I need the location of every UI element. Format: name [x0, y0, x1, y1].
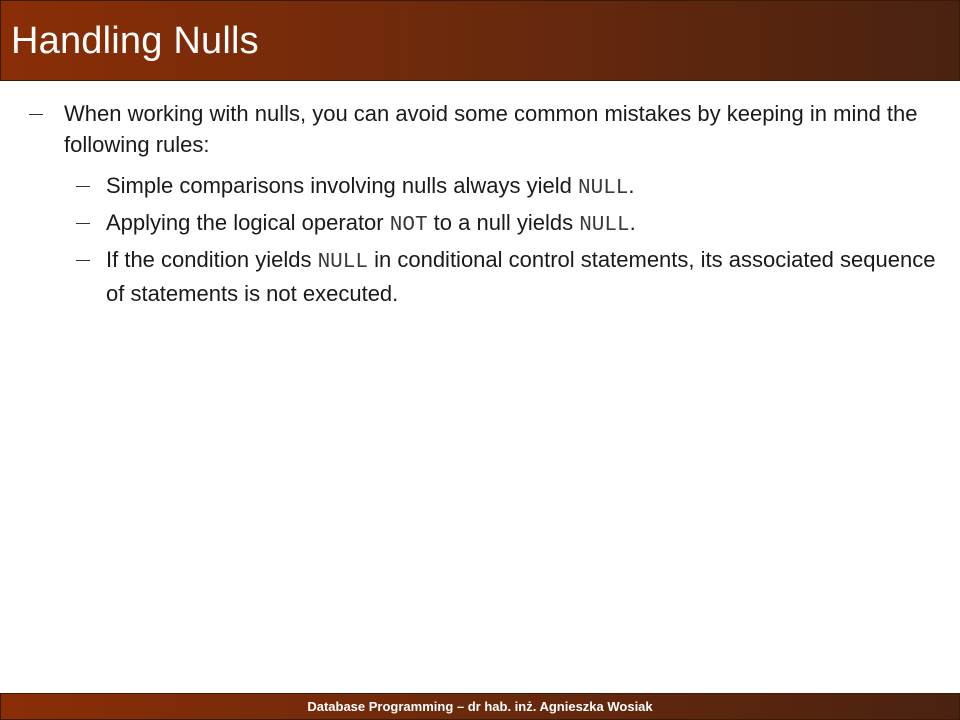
bullet-dash-icon	[29, 114, 43, 115]
rule-item-1: Simple comparisons involving nulls alway…	[106, 170, 946, 204]
rule-text: to a null yields	[427, 210, 580, 235]
bullet-dash-icon	[76, 223, 90, 224]
slide-title: Handling Nulls	[11, 20, 259, 62]
bullet-dash-icon	[76, 186, 90, 187]
rule-text: .	[628, 173, 635, 198]
rule-text: .	[629, 210, 636, 235]
rule-text: Applying the logical operator	[106, 210, 390, 235]
rule-item-3: If the condition yields NULL in conditio…	[106, 244, 941, 309]
rule-code: NULL	[579, 214, 630, 237]
rule-code: NULL	[317, 251, 368, 274]
rule-text: If the condition yields	[106, 247, 318, 272]
footer-text: Database Programming – dr hab. inż. Agni…	[307, 699, 653, 714]
slide-title-bar: Handling Nulls	[0, 0, 960, 81]
bullet-intro: When working with nulls, you can avoid s…	[64, 101, 918, 157]
slide-footer-bar: Database Programming – dr hab. inż. Agni…	[0, 693, 960, 720]
bullet-dash-icon	[76, 260, 90, 261]
rule-item-2: Applying the logical operator NOT to a n…	[106, 207, 946, 241]
rule-code: NOT	[389, 214, 428, 237]
rule-code: NULL	[577, 177, 629, 200]
rule-text: Simple comparisons involving nulls alway…	[106, 173, 578, 198]
